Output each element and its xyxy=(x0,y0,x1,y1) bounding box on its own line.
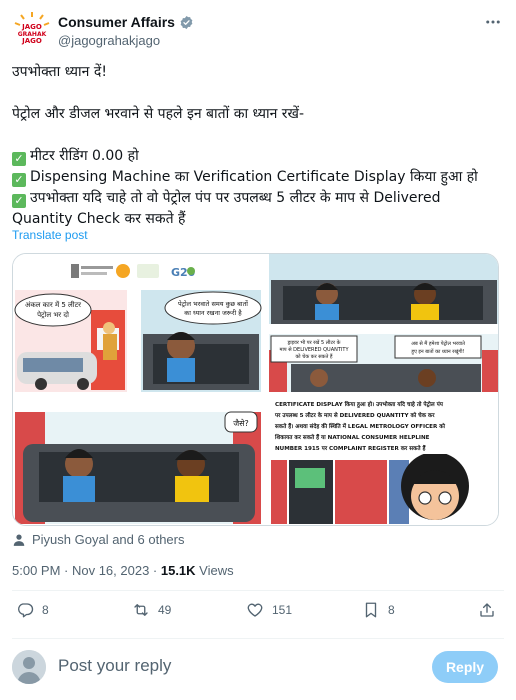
author-handle[interactable]: @jagograhakjago xyxy=(58,33,160,48)
caption-line-3: सकते हैं। अथवा संदेह की स्थिति में LEGAL… xyxy=(274,422,446,430)
avatar-text-3: JAGO xyxy=(21,37,42,45)
checklist-text-1: मीटर रीडिंग 0.00 हो xyxy=(30,148,139,164)
caption-line-5: NUMBER 1915 पर COMPLAINT REGISTER कर सकत… xyxy=(275,444,426,452)
reply-count: 8 xyxy=(42,603,49,617)
speech-bubble-6-line-1: ड्राइवर भी पर रखें 5 लीटर के xyxy=(287,339,341,346)
checklist-text-2: Dispensing Machine का Verification Certi… xyxy=(30,169,478,185)
speech-bubble-2-line-2: का ध्यान रखना जरूरी है xyxy=(184,309,242,317)
views-label: Views xyxy=(195,563,234,578)
repost-icon xyxy=(134,604,148,616)
checklist-text-3: उपभोक्ता यदि चाहे तो वो पेट्रोल पंप पर उ… xyxy=(12,190,441,227)
check-mark-icon: ✓ xyxy=(12,194,26,208)
more-options-icon[interactable] xyxy=(482,12,504,32)
speech-bubble-2-line-1: पेट्रोल भरवाते समय कुछ बातों xyxy=(178,300,248,308)
check-mark-icon: ✓ xyxy=(12,152,26,166)
share-action[interactable] xyxy=(478,601,496,619)
speech-bubble-1-line-1: अंकल कार में 5 लीटर xyxy=(25,300,81,309)
tagged-users[interactable]: Piyush Goyal and 6 others xyxy=(12,532,184,547)
speech-bubble-1-line-2: पेट्रोल भर दो xyxy=(37,310,69,319)
post-line-1: उपभोक्ता ध्यान दें! xyxy=(12,64,107,80)
jago-grahak-logo-icon xyxy=(116,264,130,278)
comic-panel-4 xyxy=(269,254,498,324)
speech-bubble-6-line-2: माप से DELIVERED QUANTITY xyxy=(280,346,350,353)
reply-icon xyxy=(18,603,34,618)
comic-panel-3: जैसे? xyxy=(15,411,261,524)
author-avatar[interactable]: JAGO GRAHAK JAGO xyxy=(12,10,52,50)
reply-action[interactable]: 8 xyxy=(16,601,49,619)
comic-panel-1: अंकल कार में 5 लीटर पेट्रोल भर दो xyxy=(14,290,127,392)
bookmark-action[interactable]: 8 xyxy=(362,601,395,619)
caption-line-4: शिकायत कर सकते हैं या NATIONAL CONSUMER … xyxy=(274,433,430,441)
comic-panel-5: ड्राइवर भी पर रखें 5 लीटर के माप से DELI… xyxy=(269,334,498,392)
post-header: JAGO GRAHAK JAGO Consumer Affairs @jagog… xyxy=(12,10,504,54)
repost-action[interactable]: 49 xyxy=(132,601,171,619)
divider xyxy=(12,590,504,591)
post-body: उपभोक्ता ध्यान दें! पेट्रोल और डीजल भरवा… xyxy=(12,62,504,230)
author-display-name[interactable]: Consumer Affairs xyxy=(58,14,175,30)
verified-badge-icon xyxy=(180,15,193,29)
comic-panel-2: पेट्रोल भरवाते समय कुछ बातों का ध्यान रख… xyxy=(141,290,262,392)
like-count: 151 xyxy=(272,603,293,617)
translate-post-link[interactable]: Translate post xyxy=(12,228,88,242)
tagged-users-text: Piyush Goyal and 6 others xyxy=(32,532,185,547)
reply-input[interactable]: Post your reply xyxy=(58,656,171,676)
checklist-item-2: ✓ Dispensing Machine का Verification Cert… xyxy=(12,167,504,188)
like-action[interactable]: 151 xyxy=(246,601,292,619)
speech-bubble-6-line-3: को चेक कर सकते हैं xyxy=(295,353,332,360)
post-meta: 5:00 PM · Nov 16, 2023 · 15.1K Views xyxy=(12,563,234,578)
caption-line-1: CERTIFICATE DISPLAY किया हुआ हो। उपभोक्त… xyxy=(275,400,444,408)
speech-bubble-7-line-1: अब से मैं हमेशा पेट्रोल भरवाते xyxy=(411,340,465,347)
checklist-item-1: ✓ मीटर रीडिंग 0.00 हो xyxy=(12,146,504,167)
reply-button[interactable]: Reply xyxy=(432,651,498,683)
post-media-image[interactable]: G20 अंकल कार में 5 लीटर पेट्रोल भर दो पे… xyxy=(12,253,499,526)
speech-bubble-3: जैसे? xyxy=(233,418,249,428)
speech-bubble-7-line-2: हुए इन बातों का ध्यान रखूंगी! xyxy=(411,348,464,355)
views-count: 15.1K xyxy=(160,563,196,578)
checklist-item-3: ✓ उपभोक्ता यदि चाहे तो वो पेट्रोल पंप पर … xyxy=(12,188,504,230)
default-avatar-icon xyxy=(12,650,46,684)
caption-line-2: पर उपलब्ध 5 लीटर के माप से DELIVERED QUA… xyxy=(274,411,435,419)
avatar-text-1: JAGO xyxy=(21,23,42,31)
person-icon xyxy=(13,533,25,546)
comic-panel-6: CERTIFICATE DISPLAY किया हुआ हो। उपभोक्त… xyxy=(269,394,498,525)
post-line-2: पेट्रोल और डीजल भरवाने से पहले इन बातों … xyxy=(12,106,305,122)
bookmark-icon xyxy=(365,602,377,618)
bookmark-count: 8 xyxy=(388,603,395,617)
share-icon xyxy=(480,603,494,617)
azadi-logo-icon xyxy=(137,264,159,278)
heart-icon xyxy=(247,603,263,617)
user-avatar xyxy=(12,650,46,684)
repost-count: 49 xyxy=(158,603,172,617)
post-timestamp[interactable]: 5:00 PM · Nov 16, 2023 · xyxy=(12,563,161,578)
action-bar: 8 49 151 8 xyxy=(12,601,504,627)
check-mark-icon: ✓ xyxy=(12,173,26,187)
divider xyxy=(12,638,504,639)
